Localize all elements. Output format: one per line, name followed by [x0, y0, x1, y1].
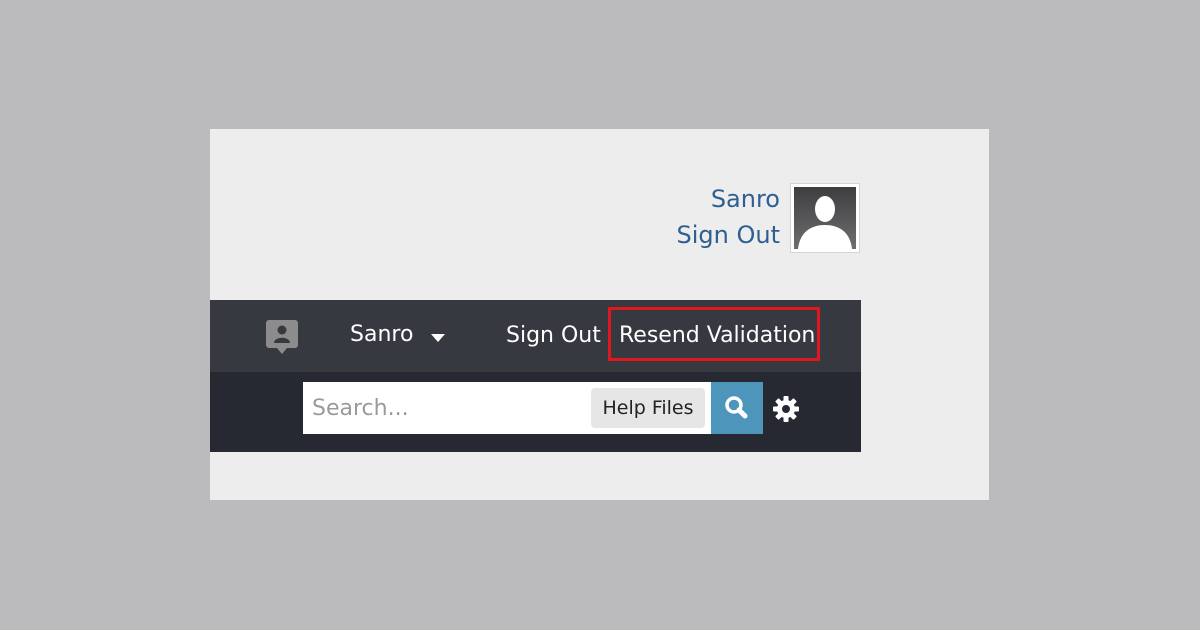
sign-out-link[interactable]: Sign Out [640, 217, 781, 253]
search-bar: Help Files [210, 372, 861, 452]
top-navigation-bar: Sanro Sign Out Resend Validation [210, 300, 861, 372]
gear-icon[interactable] [773, 396, 799, 422]
search-field-wrapper: Help Files [303, 382, 711, 434]
chevron-down-icon[interactable] [431, 334, 445, 342]
user-menu-toggle[interactable]: Sanro [350, 322, 413, 348]
avatar[interactable] [790, 183, 860, 253]
search-input[interactable] [303, 382, 583, 434]
nav-sign-out-link[interactable]: Sign Out [506, 323, 601, 349]
user-info: Sanro Sign Out [640, 181, 781, 253]
default-avatar-icon [794, 187, 856, 249]
search-scope-button[interactable]: Help Files [591, 388, 705, 428]
search-button[interactable] [711, 382, 763, 434]
username-link[interactable]: Sanro [640, 181, 780, 217]
resend-validation-link[interactable]: Resend Validation [619, 323, 815, 349]
header-panel: Sanro Sign Out Sanro Sign Out Resend Val… [210, 129, 989, 500]
profile-badge-icon[interactable] [266, 320, 298, 354]
magnifier-icon [725, 396, 748, 419]
